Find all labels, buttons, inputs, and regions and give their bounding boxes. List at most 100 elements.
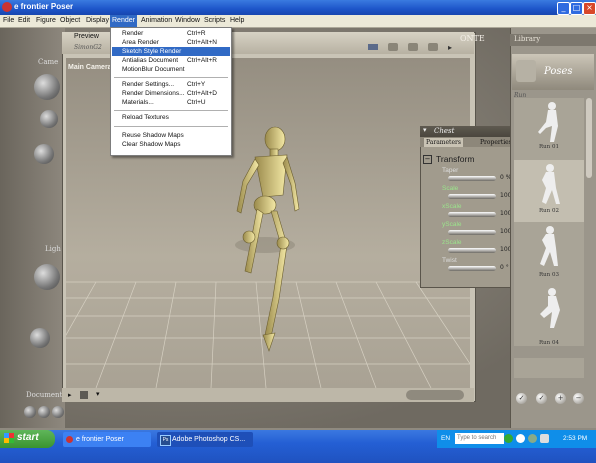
parameters-list: − Transform Taper 0 % Scale 100 xScale 1… (420, 148, 512, 286)
light-ball-knob[interactable] (30, 328, 50, 348)
param-dial[interactable] (448, 230, 496, 235)
menu-help[interactable]: Help (228, 15, 246, 27)
style-button-3[interactable] (52, 406, 64, 418)
library-item[interactable]: Run 01 (514, 98, 584, 160)
run-pose-thumbnail (540, 288, 560, 328)
tray-app-icon[interactable] (504, 434, 513, 443)
menu-item-render[interactable]: Render Ctrl+R (112, 29, 230, 38)
menu-file[interactable]: File (1, 15, 16, 27)
parameters-tabbar: Parameters Properties (420, 137, 512, 147)
frame-controls[interactable] (406, 390, 464, 400)
skeleton-figure[interactable] (225, 125, 325, 365)
collapse-section-icon[interactable]: − (423, 155, 432, 164)
param-dial[interactable] (448, 266, 496, 271)
menu-item-clear-shadow-maps[interactable]: Clear Shadow Maps (112, 140, 230, 149)
library-item-label: Run 01 (539, 144, 559, 150)
param-label: xScale (442, 203, 462, 210)
library-item[interactable]: Run 02 (514, 160, 584, 222)
render-arrow-icon[interactable]: ▸ (68, 391, 72, 399)
pane-arrow-icon[interactable]: ▸ (448, 43, 452, 52)
library-item-label: Run 04 (539, 340, 559, 346)
menu-item-render-dimensions[interactable]: Render Dimensions... Ctrl+Alt+D (112, 89, 230, 98)
dropdown-arrow-icon[interactable]: ▾ (96, 390, 100, 398)
param-label: Twist (442, 257, 457, 264)
move-icon[interactable] (408, 43, 418, 51)
menu-window[interactable]: Window (173, 15, 202, 27)
param-label: yScale (442, 221, 462, 228)
parameters-panel-header[interactable]: ▾ Chest (420, 126, 512, 137)
menu-separator (114, 126, 228, 127)
menu-render[interactable]: Render (110, 15, 137, 27)
light-trackball-knob[interactable] (34, 264, 60, 290)
camera-head-knob[interactable] (40, 110, 58, 128)
param-dial[interactable] (448, 212, 496, 217)
library-item-label: Run 02 (539, 208, 559, 214)
library-item[interactable]: Run 04 (514, 284, 584, 346)
menu-separator (114, 110, 228, 111)
start-button[interactable]: start (0, 430, 55, 448)
menu-scripts[interactable]: Scripts (202, 15, 227, 27)
style-button-2[interactable] (38, 406, 50, 418)
window-title: e frontier Poser (14, 2, 74, 11)
menu-item-reload-textures[interactable]: Reload Textures (112, 113, 230, 122)
camera-rotate-knob[interactable] (34, 144, 54, 164)
library-category[interactable]: Poses (512, 54, 594, 90)
library-header[interactable]: Library (510, 34, 596, 46)
camera-icon[interactable] (388, 43, 398, 51)
library-scrollbar[interactable] (586, 98, 592, 178)
rotate-icon[interactable] (428, 43, 438, 51)
render-menu-dropdown: Render Ctrl+R Area Render Ctrl+Alt+N Sketc… (110, 27, 232, 156)
run-pose-thumbnail (542, 164, 560, 204)
param-value[interactable]: 0 ° (500, 264, 509, 271)
menu-object[interactable]: Object (58, 15, 82, 27)
poser-app-icon (2, 2, 12, 12)
render-square-icon[interactable] (80, 391, 88, 399)
clock[interactable]: 2:53 PM (563, 435, 587, 442)
menu-item-reuse-shadow-maps[interactable]: Reuse Shadow Maps (112, 131, 230, 140)
menu-item-motionblur-document[interactable]: MotionBlur Document (112, 65, 230, 74)
menu-item-render-settings[interactable]: Render Settings... Ctrl+Y (112, 80, 230, 89)
preview-tab[interactable]: Preview (74, 33, 99, 40)
close-button[interactable]: × (583, 2, 596, 15)
minimize-button[interactable]: _ (557, 2, 570, 15)
style-button-1[interactable] (24, 406, 36, 418)
menu-item-sketch-style-render[interactable]: Sketch Style Render (112, 47, 230, 56)
param-dial[interactable] (448, 176, 496, 181)
param-label: Taper (442, 167, 459, 174)
taskbar-search-input[interactable]: Type to search (455, 433, 504, 444)
actor-name: Chest (434, 127, 455, 135)
param-dial[interactable] (448, 194, 496, 199)
apply-checkmark-icon[interactable]: ✓ (516, 393, 527, 404)
menu-item-materials[interactable]: Materials... Ctrl+U (112, 98, 230, 107)
menu-item-antialias-document[interactable]: Antialias Document Ctrl+Alt+R (112, 56, 230, 65)
param-dial[interactable] (448, 248, 496, 253)
remove-from-library-icon[interactable]: − (573, 393, 584, 404)
tray-update-icon[interactable] (528, 434, 537, 443)
menu-edit[interactable]: Edit (16, 15, 32, 27)
menu-item-area-render[interactable]: Area Render Ctrl+Alt+N (112, 38, 230, 47)
figure-name[interactable]: SimonG2 (74, 44, 102, 51)
photoshop-icon: Ps (160, 435, 171, 446)
taskbar-button-photoshop[interactable]: Ps Adobe Photoshop CS... (157, 432, 253, 447)
menu-display[interactable]: Display (84, 15, 111, 27)
library-title: Library (514, 35, 541, 43)
library-item-partial[interactable] (514, 358, 584, 378)
tray-network-icon[interactable] (516, 434, 525, 443)
add-to-library-icon[interactable]: + (555, 393, 566, 404)
language-indicator[interactable]: EN (441, 435, 450, 442)
tab-properties[interactable]: Properties (478, 138, 514, 147)
tab-parameters[interactable]: Parameters (424, 138, 463, 147)
tray-volume-icon[interactable] (540, 434, 549, 443)
maximize-button[interactable]: □ (570, 2, 583, 15)
collapse-arrow-icon[interactable]: ▾ (423, 126, 427, 134)
category-name: Poses (544, 66, 573, 77)
menu-animation[interactable]: Animation (139, 15, 174, 27)
library-item[interactable]: Run 03 (514, 222, 584, 284)
display-style-icon[interactable] (368, 44, 378, 50)
camera-trackball-knob[interactable] (34, 74, 60, 100)
apply-double-check-icon[interactable]: ✓ (536, 393, 547, 404)
run-pose-thumbnail (538, 102, 558, 142)
menu-figure[interactable]: Figure (34, 15, 58, 27)
param-label: Scale (442, 185, 459, 192)
taskbar-button-poser[interactable]: e frontier Poser (63, 432, 151, 447)
